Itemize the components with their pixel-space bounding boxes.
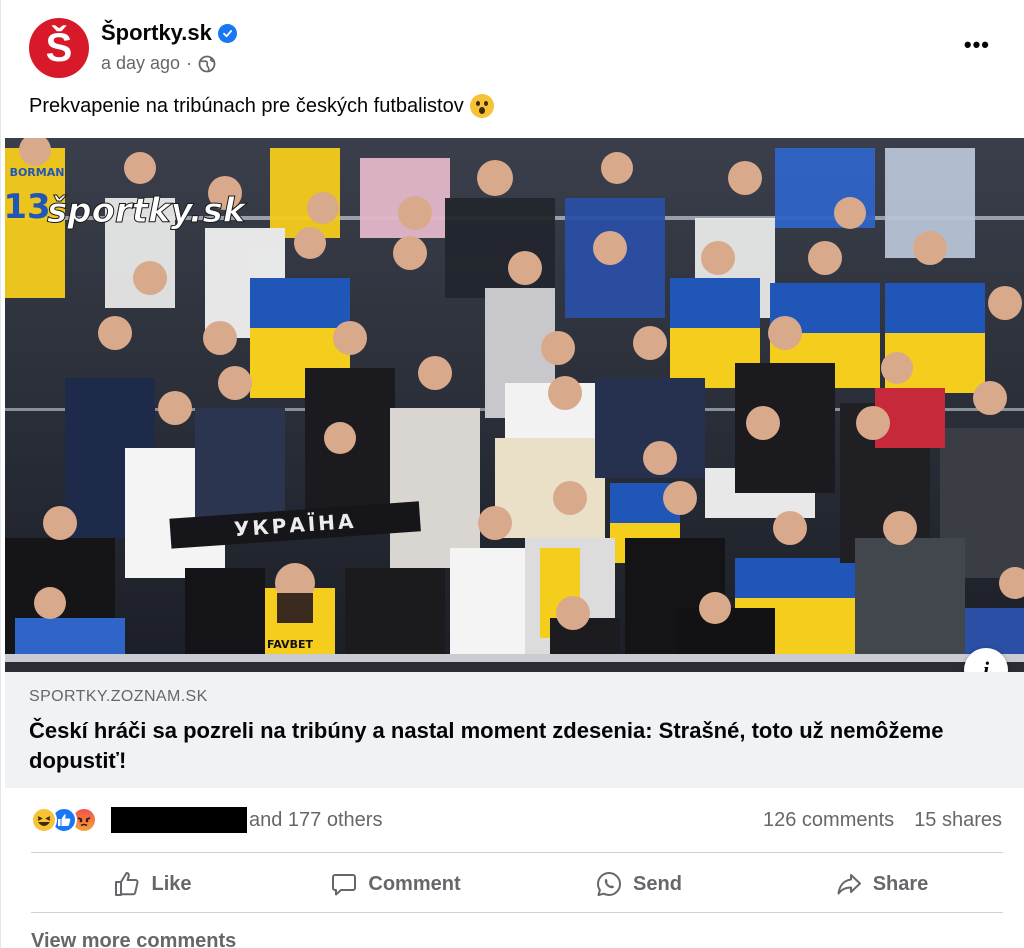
avatar-letter: Š (45, 25, 73, 70)
comments-count[interactable]: 126 comments (763, 809, 894, 832)
like-label: Like (151, 872, 192, 895)
stadium-crowd-image: УКРАЇНА FAVBET BORMAN 13 športky.sk (5, 138, 1024, 672)
whatsapp-icon (597, 872, 622, 896)
page-avatar[interactable]: Š (29, 18, 89, 78)
photo-watermark: športky.sk (47, 191, 248, 231)
post-caption: Prekvapenie na tribúnach pre českých fut… (29, 94, 494, 118)
comment-button[interactable]: Comment (274, 856, 517, 912)
view-more-comments-link[interactable]: View more comments (31, 930, 236, 948)
divider (31, 852, 1003, 853)
beard (277, 593, 313, 623)
meta-separator: · (186, 53, 193, 73)
post-card: Š Športky.sk a day ago · ••• Prekvapenie… (0, 0, 1024, 948)
send-button[interactable]: Send (517, 856, 760, 912)
share-label: Share (872, 872, 929, 895)
engagement-counts: 126 comments 15 shares (763, 809, 1002, 832)
surprised-emoji-icon (469, 94, 494, 118)
post-meta: a day ago · (101, 53, 216, 74)
reactions-summary[interactable]: and 177 others (31, 807, 382, 833)
action-bar: Like Comment Send Share (31, 856, 1003, 912)
jersey-name: BORMAN (10, 166, 65, 179)
comment-icon (332, 874, 357, 896)
shirt-text: FAVBET (267, 638, 313, 651)
more-options-icon[interactable]: ••• (964, 32, 990, 58)
post-photo[interactable]: УКРАЇНА FAVBET BORMAN 13 športky.sk (5, 138, 1024, 672)
page-name-row: Športky.sk (101, 20, 237, 46)
thumbs-up-icon (115, 872, 139, 896)
send-label: Send (633, 872, 682, 895)
page-name[interactable]: Športky.sk (101, 20, 212, 46)
verified-badge-icon (217, 23, 237, 43)
caption-text: Prekvapenie na tribúnach pre českých fut… (29, 94, 464, 117)
redacted-name (111, 807, 247, 833)
reaction-others-count[interactable]: and 177 others (249, 809, 382, 832)
globe-icon (198, 55, 216, 72)
share-arrow-icon (837, 874, 861, 895)
share-button[interactable]: Share (760, 856, 1003, 912)
link-preview[interactable]: SPORTKY.ZOZNAM.SK Českí hráči sa pozreli… (5, 672, 1024, 788)
haha-reaction-icon (31, 807, 57, 833)
link-domain: SPORTKY.ZOZNAM.SK (29, 688, 208, 705)
shares-count[interactable]: 15 shares (914, 809, 1002, 832)
like-button[interactable]: Like (31, 856, 274, 912)
comment-label: Comment (368, 872, 461, 895)
post-time[interactable]: a day ago (101, 53, 180, 74)
divider (31, 912, 1003, 913)
link-title[interactable]: Českí hráči sa pozreli na tribúny a nast… (29, 716, 989, 776)
jersey-number: 13 (5, 187, 51, 227)
